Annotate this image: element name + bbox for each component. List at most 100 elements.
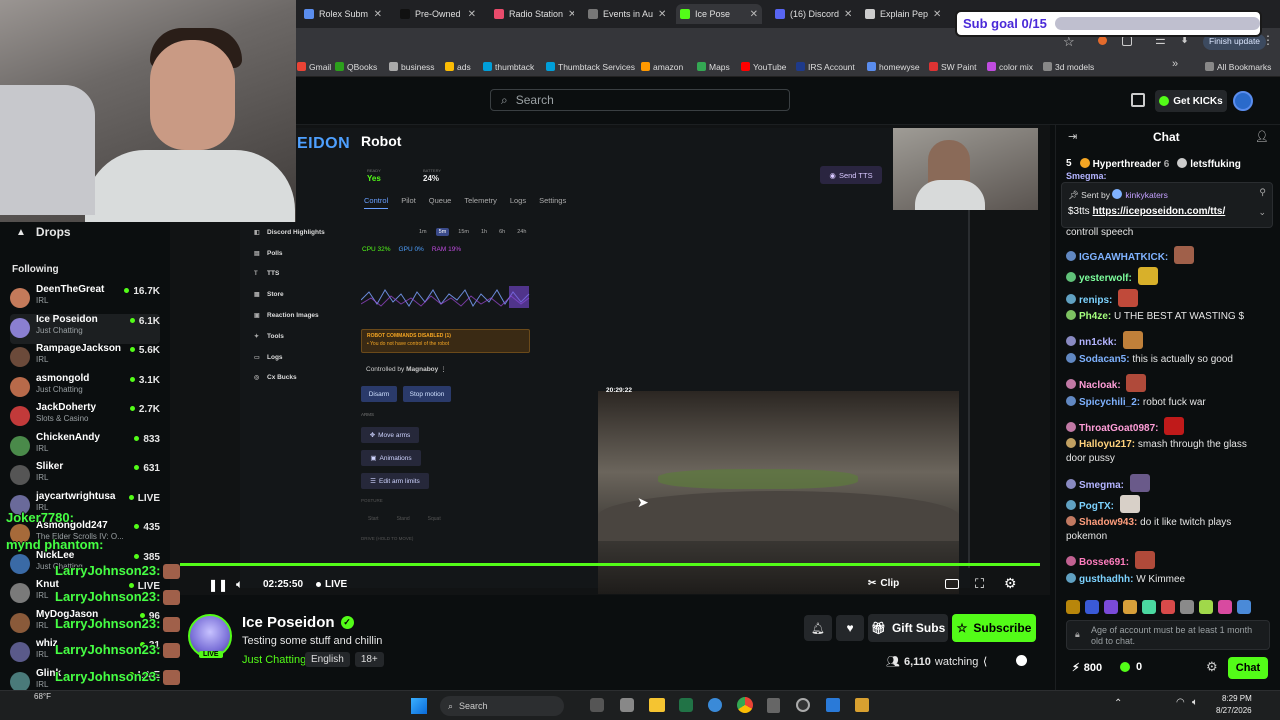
chat-message[interactable]: nn1ckk: [1066,331,1266,350]
tab-close-icon[interactable]: ✕ [568,9,574,20]
settings-button[interactable]: ⚙ [1004,575,1017,592]
time-range-option[interactable]: 24h [514,228,529,236]
time-range-option[interactable]: 15m [455,228,472,236]
chat-message[interactable]: Spicychili_2: robot fuck war [1066,396,1266,410]
wifi-icon[interactable]: ◠ [1176,697,1185,708]
followed-channel[interactable]: Ice Poseidon Just Chatting 6.1K [10,313,160,344]
chat-username[interactable]: renips: [1079,295,1112,306]
edit-arm-limits-button[interactable]: ☰ Edit arm limits [361,473,429,489]
search-input[interactable]: ⌕ Search [490,89,790,111]
emote-icon[interactable] [1085,600,1099,614]
site-menu-item[interactable]: ▦ Store [254,284,344,305]
pause-button[interactable]: ❚❚ [208,578,228,592]
taskbar-app-icon[interactable] [620,698,634,712]
volume-button[interactable]: 🔈︎ [236,577,243,592]
browser-tab[interactable]: Radio Station ✕ [490,4,574,24]
send-tts-button[interactable]: ◉ Send TTS [820,166,882,184]
bookmark-item[interactable]: homewyse [867,59,920,74]
taskbar-app-icon[interactable] [826,698,840,712]
browser-tab[interactable]: Events in Au ✕ [584,4,666,24]
drops-link[interactable]: ▲ Drops [16,225,71,239]
chat-username[interactable]: Sodacan5: [1079,354,1130,365]
bookmark-item[interactable]: QBooks [335,59,377,74]
user-avatar[interactable] [1233,91,1253,111]
chat-message[interactable]: Shadow943: do it like twitch plays pokem… [1066,516,1266,544]
taskbar-app-icon[interactable] [855,698,869,712]
chat-username[interactable]: PogTX: [1079,501,1114,512]
disarm-button[interactable]: Disarm [361,386,397,402]
site-menu-item[interactable]: ✦ Tools [254,326,344,347]
time-range-option[interactable]: 6h [496,228,508,236]
chat-message[interactable]: renips: [1066,289,1266,308]
chat-username[interactable]: Spicychili_2: [1079,397,1140,408]
stream-progress-bar[interactable] [180,563,1040,566]
chat-message[interactable]: PogTX: [1066,495,1266,514]
chat-message[interactable]: controll speech [1066,226,1266,240]
chrome-icon[interactable] [737,697,753,713]
followed-channel[interactable]: ChickenAndy IRL 833 [10,432,160,462]
puzzle-icon[interactable] [1122,36,1132,46]
tab-close-icon[interactable]: ✕ [468,9,476,20]
emote-icon[interactable] [1237,600,1251,614]
chat-settings-icon[interactable]: ⚙ [1206,659,1218,675]
emote-icon[interactable] [1199,600,1213,614]
bookmark-item[interactable]: Maps [697,59,730,74]
category-link[interactable]: Just Chatting [242,654,306,666]
bookmark-item[interactable]: Gmail [297,59,331,74]
chat-username[interactable]: Bosse691: [1079,557,1129,568]
tab-close-icon[interactable]: ✕ [844,9,851,20]
taskbar-app-icon[interactable] [708,698,722,712]
animations-button[interactable]: ▣ Animations [361,450,421,466]
gift-subs-button[interactable]: 🎁︎ Gift Subs [868,614,948,642]
emote-icon[interactable] [1180,600,1194,614]
browser-tab[interactable]: Ice Pose ✕ [676,4,762,24]
notify-button[interactable]: 🔔︎ [804,615,832,641]
chat-message[interactable]: Sodacan5: this is actually so good [1066,353,1266,367]
tab-close-icon[interactable]: ✕ [933,9,941,20]
site-menu-item[interactable]: ▭ Logs [254,347,344,368]
chat-username[interactable]: IGGAAWHATKICK: [1079,252,1168,263]
stop-motion-button[interactable]: Stop motion [403,386,451,402]
move-arms-button[interactable]: ✥ Move arms [361,427,419,443]
chat-username[interactable]: nn1ckk: [1079,337,1117,348]
followed-channel[interactable]: JackDoherty Slots & Casino 2.7K [10,402,160,432]
robot-tab[interactable]: Logs [510,196,526,209]
browser-tab[interactable]: Pre-Owned ✕ [396,4,480,24]
emote-icon[interactable] [1066,600,1080,614]
all-bookmarks-button[interactable]: All Bookmarks [1205,59,1271,74]
taskbar-search[interactable]: ⌕ Search [440,696,564,716]
emote-icon[interactable] [1104,600,1118,614]
followed-channel[interactable]: DeenTheGreat IRL 16.7K [10,284,160,314]
emote-icon[interactable] [1161,600,1175,614]
expand-pinned-icon[interactable]: ⌄ [1258,207,1266,218]
time-range-option[interactable]: 1m [416,228,430,236]
chat-username[interactable]: Smegma: [1079,480,1124,491]
taskbar-app-icon[interactable] [796,698,810,712]
site-menu-item[interactable]: ▤ Polls [254,243,344,264]
file-explorer-icon[interactable] [649,698,665,712]
robot-tab[interactable]: Settings [539,196,566,209]
unpin-icon[interactable]: ⚲ [1259,187,1266,198]
chat-message[interactable]: Bosse691: [1066,551,1266,570]
posture-button[interactable]: Stand [397,516,410,522]
chat-message[interactable]: Smegma: [1066,474,1266,493]
emote-icon[interactable] [1123,600,1137,614]
followed-channel[interactable]: asmongold Just Chatting 3.1K [10,373,160,403]
followed-channel[interactable]: RampageJackson IRL 5.6K [10,343,160,373]
robot-tab[interactable]: Pilot [401,196,416,209]
posture-button[interactable]: Squat [428,516,441,522]
bookmark-item[interactable]: YouTube [741,59,786,74]
chat-username[interactable]: Ph4ze: [1079,311,1111,322]
more-info-icon[interactable] [1016,655,1027,666]
clip-button[interactable]: ✂ Clip [868,578,899,589]
kicks-display[interactable]: 0 [1120,661,1142,673]
bookmark-item[interactable]: SW Paint [929,59,976,74]
emote-icon[interactable] [1218,600,1232,614]
chat-username[interactable]: ThroatGoat0987: [1079,423,1158,434]
chat-message[interactable]: Nacloak: [1066,374,1266,393]
tray-date[interactable]: 8/27/2026 [1216,706,1252,715]
chat-input[interactable]: 🔒︎ Age of account must be at least 1 mon… [1066,620,1270,650]
start-button[interactable] [411,698,427,714]
chat-message[interactable]: yesterwolf: [1066,267,1266,286]
browser-tab[interactable]: (16) Discord ✕ [771,4,851,24]
